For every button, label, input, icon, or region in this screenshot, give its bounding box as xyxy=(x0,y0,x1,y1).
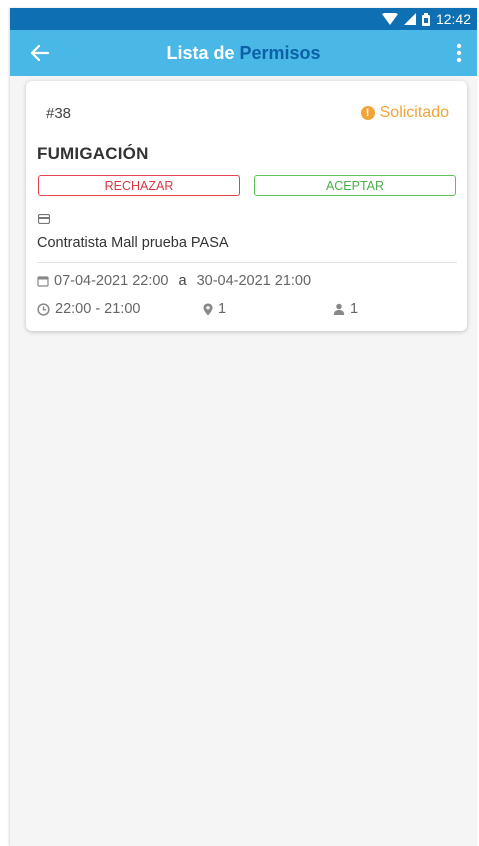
location-group: 1 xyxy=(203,301,226,317)
persons-group: 1 xyxy=(333,301,358,317)
permit-number: #38 xyxy=(46,105,72,122)
app-toolbar: Lista de Permisos xyxy=(10,30,477,76)
details-row: 22:00 - 21:00 1 1 xyxy=(37,301,457,317)
page-title-part2: Permisos xyxy=(239,42,321,63)
date-range: 07-04-2021 22:00 a 30-04-2021 21:00 xyxy=(37,273,311,289)
signal-icon xyxy=(403,13,416,25)
accept-button[interactable]: ACEPTAR xyxy=(254,175,456,196)
wifi-icon xyxy=(381,13,398,25)
locations-count: 1 xyxy=(218,301,227,317)
app-screen: 12:42 Lista de Permisos #38 ! Solicitado… xyxy=(10,8,477,846)
permit-card[interactable]: #38 ! Solicitado FUMIGACIÓN RECHAZAR ACE… xyxy=(26,81,467,331)
calendar-icon xyxy=(37,276,49,287)
status-bar: 12:42 xyxy=(10,8,477,30)
building-icon xyxy=(37,211,51,225)
hours-group: 22:00 - 21:00 xyxy=(37,301,140,317)
page-title: Lista de Permisos xyxy=(10,43,477,64)
date-to: 30-04-2021 21:00 xyxy=(196,273,312,289)
date-from: 07-04-2021 22:00 xyxy=(54,273,169,289)
page-title-part1: Lista de xyxy=(166,42,240,63)
more-vertical-icon[interactable] xyxy=(449,41,469,65)
map-pin-icon xyxy=(203,303,213,315)
battery-icon xyxy=(421,12,430,26)
status-time: 12:42 xyxy=(435,11,471,27)
permit-type: FUMIGACIÓN xyxy=(37,144,149,163)
hours-range: 22:00 - 21:00 xyxy=(55,301,141,317)
info-icon: ! xyxy=(360,106,375,120)
divider xyxy=(37,262,457,263)
date-separator: a xyxy=(178,273,187,289)
contractor-name: Contratista Mall prueba PASA xyxy=(37,235,229,251)
status-text: Solicitado xyxy=(379,104,449,121)
status-badge: ! Solicitado xyxy=(360,104,449,122)
reject-button[interactable]: RECHAZAR xyxy=(38,175,240,196)
persons-count: 1 xyxy=(350,301,359,317)
user-icon xyxy=(333,303,345,315)
clock-icon xyxy=(37,302,50,316)
back-arrow-icon[interactable] xyxy=(28,41,52,65)
